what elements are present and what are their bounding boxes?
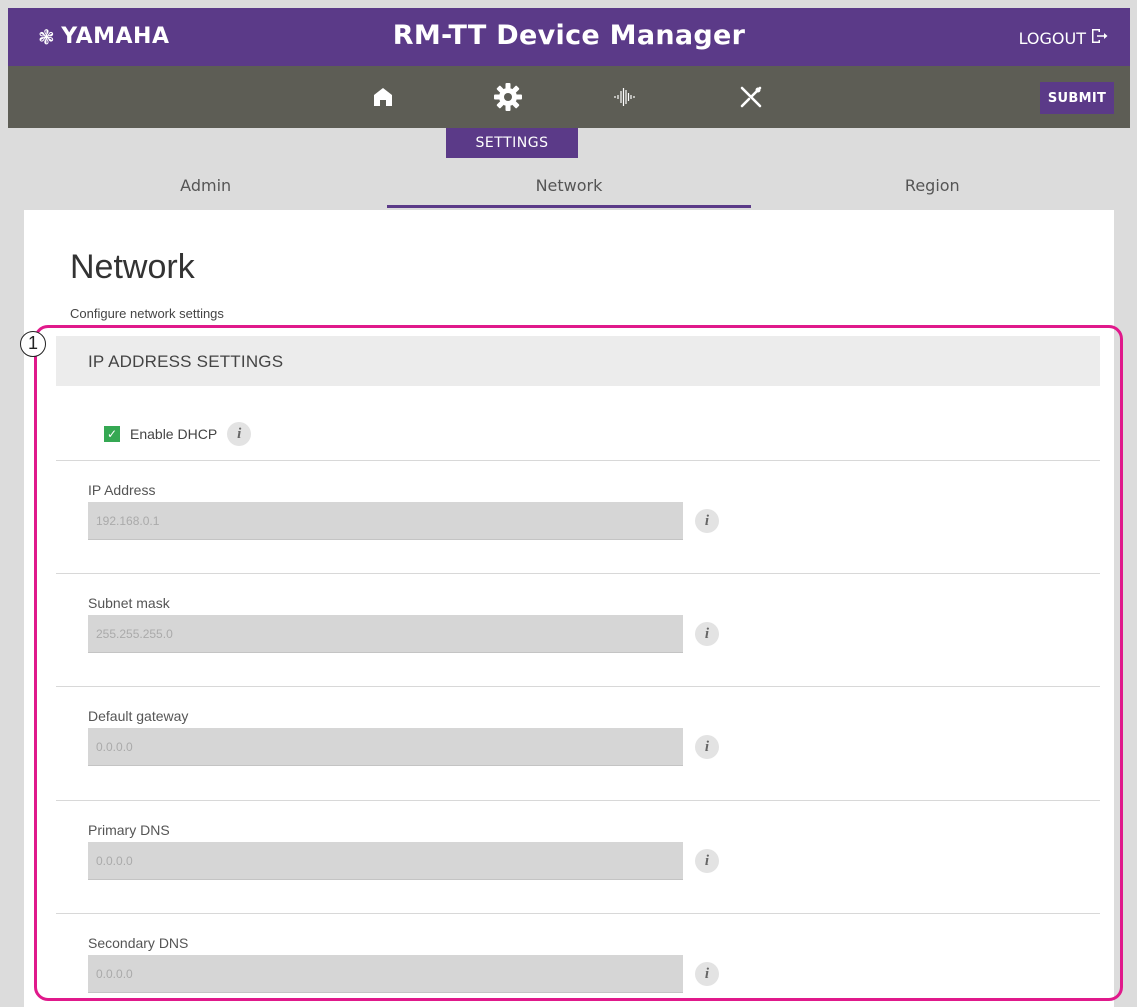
tab-network[interactable]: Network [387,168,751,208]
tools-icon[interactable] [733,80,769,114]
section-header: IP ADDRESS SETTINGS [56,336,1100,386]
section-title: IP ADDRESS SETTINGS [88,352,284,371]
content-panel: Network Configure network settings IP AD… [24,210,1114,1007]
divider [56,573,1100,574]
secondary-dns-field: Secondary DNS i [88,935,788,993]
page-title: Network [70,248,195,286]
info-icon[interactable]: i [227,422,252,446]
field-label: Primary DNS [88,822,170,838]
info-icon[interactable]: i [695,735,719,759]
default-gateway-input[interactable] [88,728,683,766]
annotation-number: 1 [20,331,46,357]
home-icon[interactable] [365,80,401,114]
page-subtitle: Configure network settings [70,306,224,321]
divider [56,800,1100,801]
dhcp-row: ✓ Enable DHCP i [104,422,252,446]
tab-region[interactable]: Region [751,168,1114,208]
logout-icon [1090,28,1108,49]
primary-dns-input[interactable] [88,842,683,880]
info-icon[interactable]: i [695,622,719,646]
submit-button[interactable]: SUBMIT [1040,82,1114,114]
active-section-label: SETTINGS [446,128,578,158]
field-label: Secondary DNS [88,935,189,951]
info-icon[interactable]: i [695,962,719,986]
default-gateway-field: Default gateway i [88,708,788,766]
ip-address-field: IP Address i [88,482,788,540]
ip-address-input[interactable] [88,502,683,540]
gear-icon[interactable] [490,80,526,114]
logout-label: LOGOUT [1018,29,1086,48]
divider [56,460,1100,461]
info-icon[interactable]: i [695,509,719,533]
enable-dhcp-label: Enable DHCP [130,426,218,442]
divider [56,686,1100,687]
info-icon[interactable]: i [695,849,719,873]
divider [56,913,1100,914]
enable-dhcp-checkbox[interactable]: ✓ [104,426,120,442]
waveform-icon[interactable] [608,80,644,114]
primary-dns-field: Primary DNS i [88,822,788,880]
field-label: IP Address [88,482,156,498]
field-label: Subnet mask [88,595,170,611]
logout-button[interactable]: LOGOUT [1019,28,1108,49]
tab-admin[interactable]: Admin [24,168,387,208]
field-label: Default gateway [88,708,189,724]
secondary-dns-input[interactable] [88,955,683,993]
subnet-mask-input[interactable] [88,615,683,653]
subnet-mask-field: Subnet mask i [88,595,788,653]
top-header: ❃ YAMAHA RM-TT Device Manager LOGOUT [8,8,1130,66]
settings-tabs: Admin Network Region [24,168,1114,208]
app-title: RM-TT Device Manager [392,20,746,51]
main-nav-bar: SUBMIT [8,66,1130,128]
